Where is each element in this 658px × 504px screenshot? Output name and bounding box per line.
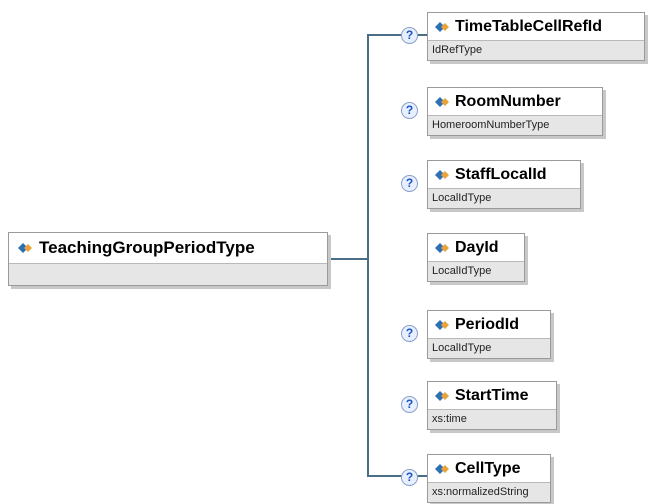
element-header: StartTime: [428, 382, 556, 409]
element-icon: [435, 21, 449, 32]
element-icon: [435, 169, 449, 180]
help-icon-time-table-cell-ref-id[interactable]: ?: [401, 27, 418, 44]
root-type-box[interactable]: TeachingGroupPeriodType: [8, 232, 328, 286]
element-header: PeriodId: [428, 311, 550, 338]
element-type: xs:normalizedString: [428, 482, 550, 502]
element-box-start-time[interactable]: StartTime xs:time: [427, 381, 557, 430]
help-icon-room-number[interactable]: ?: [401, 102, 418, 119]
element-name: DayId: [455, 238, 499, 256]
element-type: IdRefType: [428, 40, 644, 60]
element-header: RoomNumber: [428, 88, 602, 115]
element-type: LocalIdType: [428, 338, 550, 358]
element-icon: [435, 390, 449, 401]
element-icon: [435, 96, 449, 107]
element-header: CellType: [428, 455, 550, 482]
element-type: HomeroomNumberType: [428, 115, 602, 135]
element-box-day-id[interactable]: DayId LocalIdType: [427, 233, 525, 282]
root-type-header: TeachingGroupPeriodType: [9, 233, 327, 263]
element-name: CellType: [455, 459, 521, 477]
element-box-time-table-cell-ref-id[interactable]: TimeTableCellRefId IdRefType: [427, 12, 645, 61]
root-type-name: TeachingGroupPeriodType: [39, 238, 255, 257]
help-icon-start-time[interactable]: ?: [401, 396, 418, 413]
element-name: StartTime: [455, 386, 529, 404]
element-box-cell-type[interactable]: CellType xs:normalizedString: [427, 454, 551, 503]
element-icon: [435, 463, 449, 474]
element-header: DayId: [428, 234, 524, 261]
element-name: TimeTableCellRefId: [455, 17, 602, 35]
element-name: RoomNumber: [455, 92, 561, 110]
element-type: LocalIdType: [428, 261, 524, 281]
branch-line-top: [367, 34, 427, 36]
element-icon: [435, 242, 449, 253]
element-header: StaffLocalId: [428, 161, 580, 188]
element-name: PeriodId: [455, 315, 520, 333]
element-box-staff-local-id[interactable]: StaffLocalId LocalIdType: [427, 160, 581, 209]
element-box-period-id[interactable]: PeriodId LocalIdType: [427, 310, 551, 359]
help-icon-staff-local-id[interactable]: ?: [401, 175, 418, 192]
root-connector-line: [328, 258, 368, 260]
help-icon-cell-type[interactable]: ?: [401, 469, 418, 486]
element-name: StaffLocalId: [455, 165, 547, 183]
vertical-connector-line: [367, 34, 369, 476]
branch-line-bottom: [367, 475, 427, 477]
element-type: xs:time: [428, 409, 556, 429]
element-header: TimeTableCellRefId: [428, 13, 644, 40]
element-type: LocalIdType: [428, 188, 580, 208]
element-icon: [18, 243, 32, 253]
element-box-room-number[interactable]: RoomNumber HomeroomNumberType: [427, 87, 603, 136]
help-icon-period-id[interactable]: ?: [401, 325, 418, 342]
root-type-footer: [9, 263, 327, 285]
element-icon: [435, 319, 449, 330]
